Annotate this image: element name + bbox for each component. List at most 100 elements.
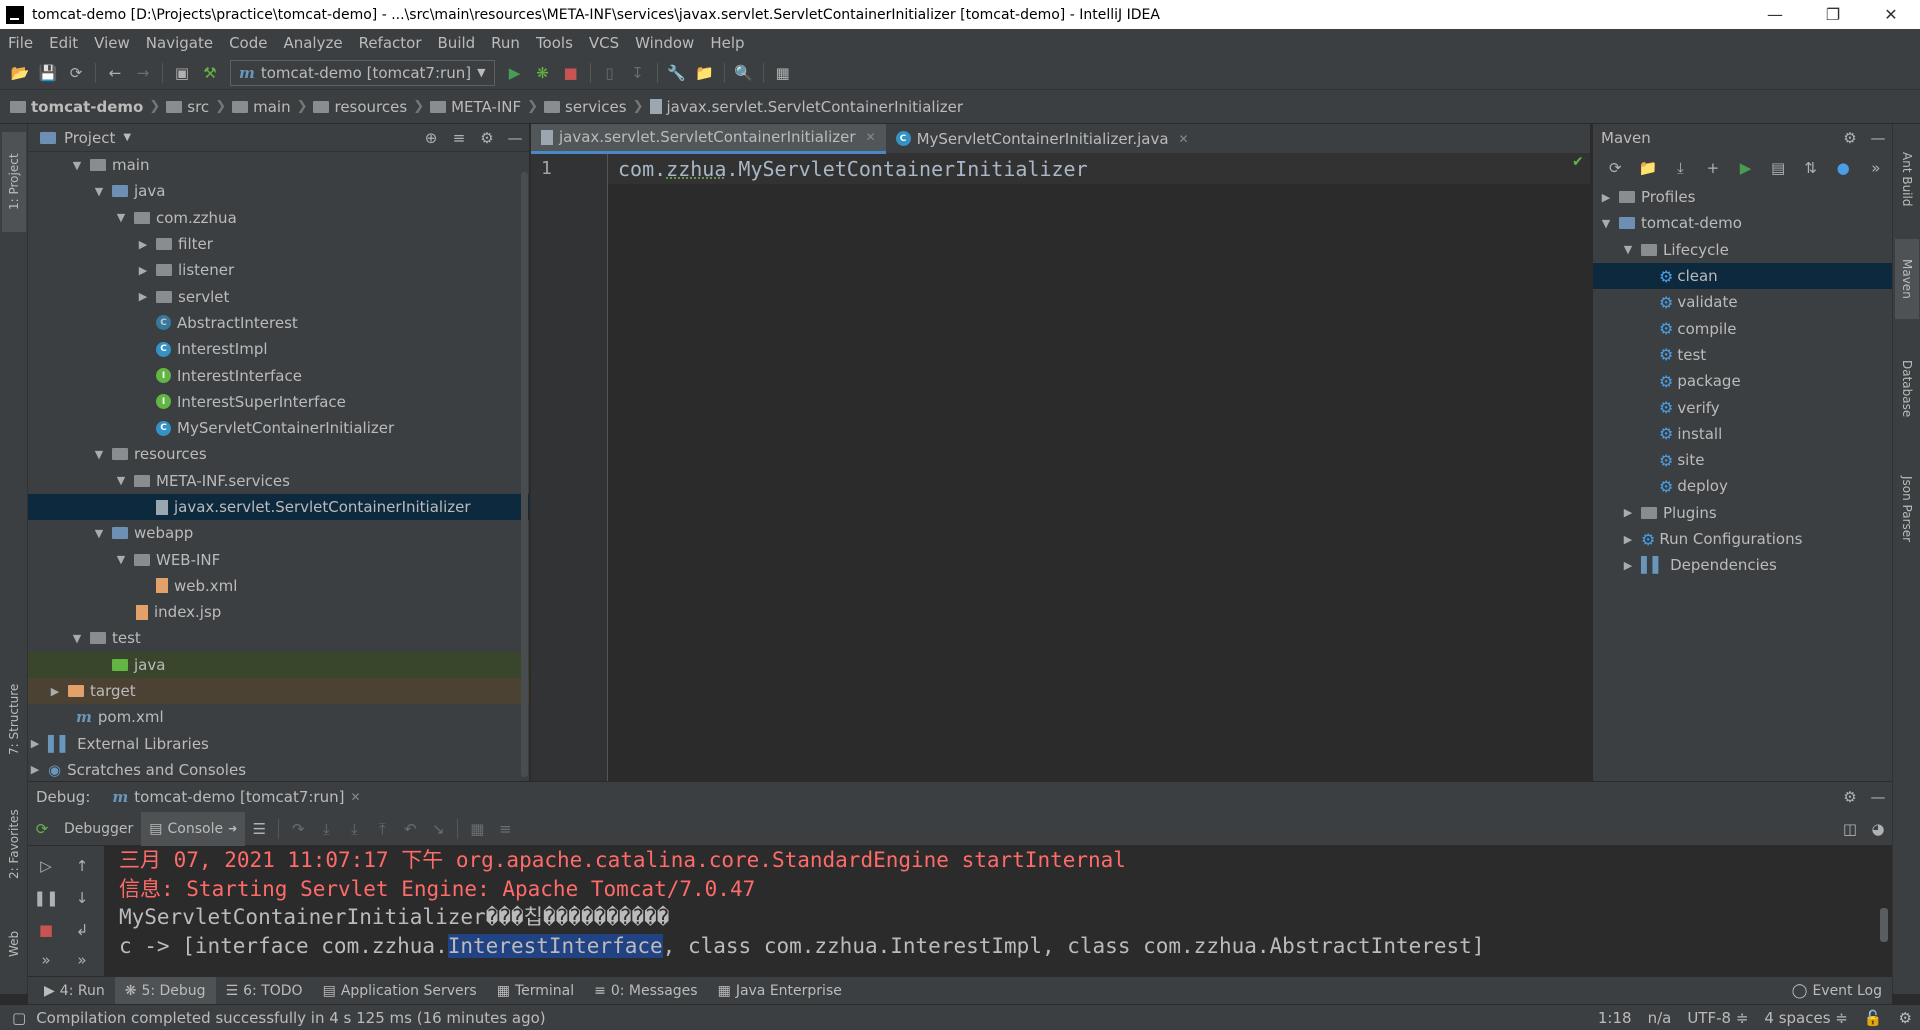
project-scrollbar[interactable] [521, 172, 528, 777]
menu-edit[interactable]: Edit [41, 34, 86, 52]
trace-icon[interactable]: ≡ [491, 815, 519, 843]
collapsed-arrow-icon[interactable]: ▶ [136, 290, 150, 303]
maven-goal-clean[interactable]: ⚙ clean [1593, 262, 1892, 290]
code-line[interactable]: com.zzhua.MyServletContainerInitializer [608, 154, 1590, 184]
tool-tab-project[interactable]: 1: Project [2, 132, 26, 232]
tree-item-meta-inf-services[interactable]: ▼ META-INF.services [28, 468, 529, 494]
tree-item-resources[interactable]: ▼ resources [28, 441, 529, 467]
tree-item-web-inf[interactable]: ▼ WEB-INF [28, 546, 529, 572]
minimize-panel-icon[interactable]: — [1864, 788, 1892, 806]
arrow-up-icon[interactable]: ↑ [68, 852, 96, 880]
back-icon[interactable]: ← [101, 59, 129, 87]
run-to-cursor-icon[interactable]: ↘ [424, 815, 452, 843]
menu-refactor[interactable]: Refactor [351, 34, 430, 52]
maven-goal-verify[interactable]: ⚙ verify [1593, 394, 1892, 420]
more-icon[interactable]: » [32, 946, 60, 974]
menu-tools[interactable]: Tools [528, 34, 581, 52]
tool-application-servers[interactable]: ▤ Application Servers [313, 977, 487, 1005]
expanded-arrow-icon[interactable]: ▼ [114, 553, 128, 566]
minimize-button[interactable]: — [1746, 0, 1804, 29]
collapsed-arrow-icon[interactable]: ▶ [1621, 506, 1635, 519]
tree-item-my-servlet-container-initializer[interactable]: C MyServletContainerInitializer [28, 415, 529, 441]
menu-vcs[interactable]: VCS [581, 34, 627, 52]
tool-todo[interactable]: ☰ 6: TODO [216, 977, 313, 1005]
close-tab-icon[interactable]: ✕ [350, 790, 360, 804]
tree-item-pom-xml[interactable]: m pom.xml [28, 704, 529, 730]
skip-tests-icon[interactable]: ● [1827, 159, 1860, 177]
tool-tab-ant-build[interactable]: Ant Build [1895, 134, 1919, 224]
file-encoding[interactable]: UTF-8 ≑ [1679, 1009, 1756, 1027]
expanded-arrow-icon[interactable]: ▼ [92, 185, 106, 198]
expanded-arrow-icon[interactable]: ▼ [70, 159, 84, 172]
tree-item-servlet[interactable]: ▶ servlet [28, 283, 529, 309]
window-icon[interactable]: ▣ [168, 59, 196, 87]
resume-icon[interactable]: ▷ [32, 852, 60, 880]
debug-bug-icon[interactable]: ❋ [529, 59, 557, 87]
settings-wrench-icon[interactable]: 🔧 [663, 59, 691, 87]
soft-wrap-icon[interactable]: ↲ [68, 916, 96, 944]
inspection-ok-icon[interactable]: ✔ [1572, 154, 1584, 170]
collapsed-arrow-icon[interactable]: ▶ [1621, 559, 1635, 572]
rerun-icon[interactable]: ⟳ [28, 815, 56, 843]
menu-analyze[interactable]: Analyze [275, 34, 350, 52]
menu-view[interactable]: View [86, 34, 138, 52]
maven-item-run-configurations[interactable]: ▶ ⚙ Run Configurations [1593, 526, 1892, 552]
maven-goal-site[interactable]: ⚙ site [1593, 447, 1892, 473]
add-icon[interactable]: + [1697, 159, 1730, 177]
tree-item-servlet-container-initializer-file[interactable]: javax.servlet.ServletContainerInitialize… [28, 493, 529, 521]
collapsed-arrow-icon[interactable]: ▶ [28, 737, 42, 750]
caret-position[interactable]: 1:18 [1590, 1009, 1640, 1027]
tool-event-log[interactable]: ◯ Event Log [1782, 977, 1892, 1005]
maven-item-tomcat-demo[interactable]: ▼ tomcat-demo [1593, 210, 1892, 236]
vcs-update-icon[interactable]: ↧ [624, 59, 652, 87]
gear-icon[interactable]: ⚙ [1836, 788, 1864, 806]
status-message[interactable]: Compilation completed successfully in 4 … [36, 1009, 545, 1027]
list-icon[interactable]: ☰ [245, 815, 273, 843]
menu-window[interactable]: Window [627, 34, 702, 52]
breadcrumb-project[interactable]: tomcat-demo [10, 98, 143, 116]
chevron-down-icon[interactable]: ▼ [123, 132, 131, 143]
arrow-down-icon[interactable]: ↓ [68, 884, 96, 912]
maven-item-profiles[interactable]: ▶ Profiles [1593, 184, 1892, 210]
maven-goal-compile[interactable]: ⚙ compile [1593, 315, 1892, 341]
tool-tab-structure[interactable]: 7: Structure [2, 664, 26, 774]
menu-run[interactable]: Run [483, 34, 528, 52]
close-button[interactable]: ✕ [1862, 0, 1920, 29]
tree-item-external-libraries[interactable]: ▶ ▌▌ External Libraries [28, 731, 529, 757]
project-panel-title[interactable]: Project [64, 129, 115, 147]
console-scrollbar[interactable] [1880, 908, 1888, 942]
more-icon[interactable]: » [1860, 159, 1893, 177]
maven-item-dependencies[interactable]: ▶ ▌▌ Dependencies [1593, 552, 1892, 578]
console-output[interactable]: 三月 07, 2021 11:07:17 下午 org.apache.catal… [104, 846, 1892, 976]
tab-servlet-container-initializer[interactable]: javax.servlet.ServletContainerInitialize… [531, 123, 886, 154]
lock-icon[interactable]: 🔓 [1856, 1009, 1891, 1027]
maven-item-lifecycle[interactable]: ▼ Lifecycle [1593, 237, 1892, 263]
breadcrumb-file[interactable]: javax.servlet.ServletContainerInitialize… [649, 98, 963, 116]
expanded-arrow-icon[interactable]: ▼ [70, 632, 84, 645]
breadcrumb-resources[interactable]: resources [313, 98, 407, 116]
menu-help[interactable]: Help [702, 34, 752, 52]
tab-my-servlet-container-initializer[interactable]: C MyServletContainerInitializer.java ✕ [886, 124, 1199, 154]
tree-item-interest-super-interface[interactable]: I InterestSuperInterface [28, 389, 529, 415]
open-folder-icon[interactable]: 📂 [6, 59, 34, 87]
step-into-icon[interactable]: ⤓ [312, 815, 340, 843]
save-icon[interactable]: 💾 [34, 59, 62, 87]
tab-debugger[interactable]: Debugger [56, 812, 141, 846]
expanded-arrow-icon[interactable]: ▼ [1599, 217, 1613, 230]
maven-goal-test[interactable]: ⚙ test [1593, 342, 1892, 368]
tool-tab-web[interactable]: Web [2, 909, 26, 979]
run-config-selector[interactable]: m tomcat-demo [tomcat7:run] ▼ [230, 59, 495, 86]
minimize-panel-icon[interactable]: — [1864, 129, 1892, 147]
tree-item-filter[interactable]: ▶ filter [28, 231, 529, 257]
expanded-arrow-icon[interactable]: ▼ [92, 448, 106, 461]
collapsed-arrow-icon[interactable]: ▶ [28, 763, 42, 776]
maven-goal-validate[interactable]: ⚙ validate [1593, 289, 1892, 315]
collapsed-arrow-icon[interactable]: ▶ [48, 685, 62, 698]
expanded-arrow-icon[interactable]: ▼ [114, 474, 128, 487]
tool-terminal[interactable]: ▦ Terminal [487, 977, 584, 1005]
expanded-arrow-icon[interactable]: ▼ [92, 527, 106, 540]
vcs-commit-icon[interactable]: ▯ [596, 59, 624, 87]
pause-icon[interactable]: ❚❚ [32, 884, 60, 912]
search-icon[interactable]: 🔍 [730, 59, 758, 87]
step-over-icon[interactable]: ↷ [284, 815, 312, 843]
